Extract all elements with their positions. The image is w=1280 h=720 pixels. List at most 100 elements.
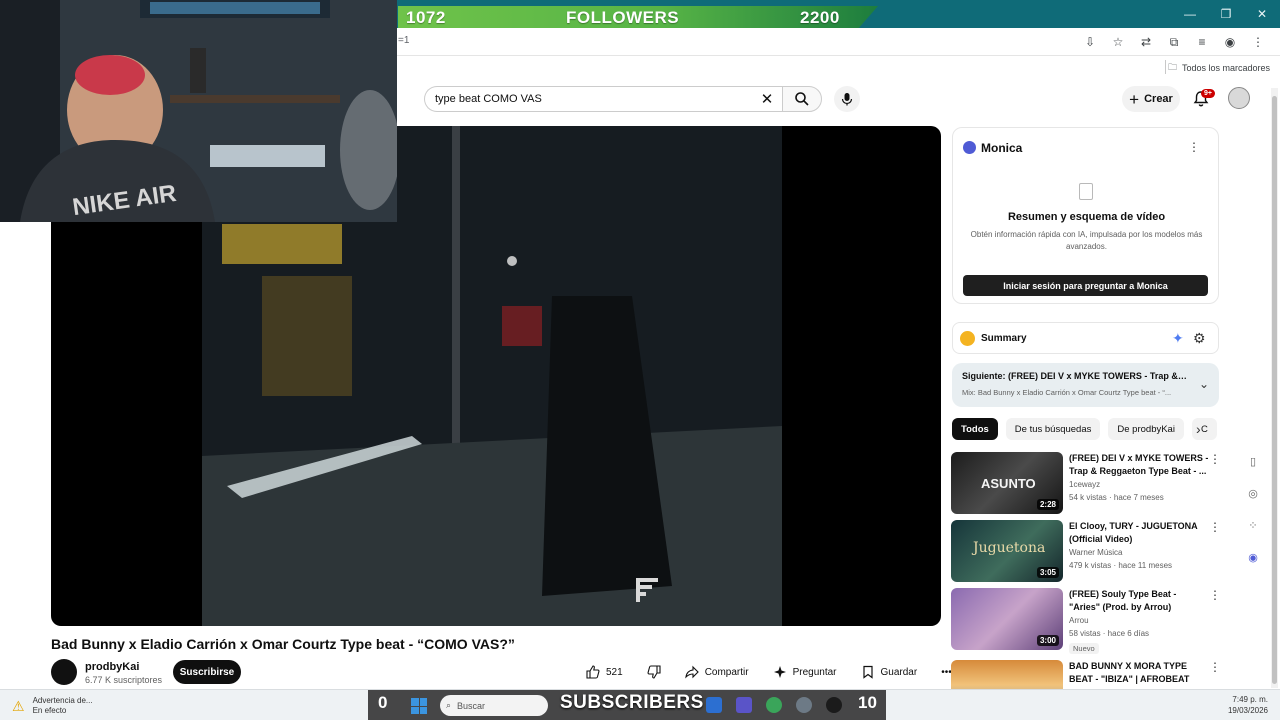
minimize-button[interactable]: — (1172, 0, 1208, 28)
close-window-button[interactable]: ✕ (1244, 0, 1280, 28)
clear-search-icon[interactable]: ✕ (758, 90, 776, 108)
share-label: Compartir (704, 666, 749, 678)
ask-button[interactable]: Preguntar (765, 660, 845, 684)
chip-all[interactable]: Todos (952, 418, 998, 440)
monica-login-button[interactable]: Iniciar sesión para preguntar a Monica (963, 275, 1208, 296)
video-meta: 58 vistas · hace 6 días (1069, 629, 1150, 638)
like-count: 521 (606, 666, 623, 678)
system-clock[interactable]: 7:49 p. m. 19/03/2026 (1228, 694, 1268, 716)
extension-sidebar: ▯ ◎ ⁘ ◉ (1244, 452, 1262, 566)
extensions-icon[interactable]: ⧉ (1164, 32, 1184, 52)
video-thumbnail[interactable]: Juguetona 3:05 (951, 520, 1063, 582)
search-button[interactable] (782, 86, 822, 112)
maximize-button[interactable]: ❐ (1208, 0, 1244, 28)
plus-icon: + (1129, 89, 1140, 109)
subscribe-button[interactable]: Suscribirse (173, 660, 241, 684)
new-badge: Nuevo (1069, 643, 1099, 654)
profile-icon[interactable]: ◉ (1220, 32, 1240, 52)
taskbar-search[interactable]: ⌕ Buscar (440, 695, 548, 716)
share-icon (684, 665, 699, 679)
list-item[interactable]: Juguetona 3:05 El Clooy, TURY - JUGUETON… (951, 520, 1221, 582)
windows-start-icon[interactable] (411, 698, 427, 714)
clock-date: 19/03/2026 (1227, 706, 1268, 715)
duration-badge: 3:05 (1036, 567, 1059, 578)
followers-goal-bar: 1072 FOLLOWERS 2200 (398, 6, 878, 28)
filter-chips: Todos De tus búsquedas De prodbyKai C (952, 418, 1222, 440)
dislike-button[interactable] (639, 660, 669, 684)
channel-avatar[interactable] (51, 659, 77, 685)
chrome-icon[interactable] (766, 697, 782, 713)
thumbs-down-icon (647, 665, 661, 679)
create-button[interactable]: + Crear (1122, 86, 1180, 112)
more-options-icon[interactable]: ⋮ (1209, 660, 1221, 674)
monica-sidebar-icon[interactable]: ◉ (1244, 548, 1262, 566)
chevron-right-icon[interactable]: › (1196, 421, 1201, 437)
monica-logo-icon (963, 141, 976, 154)
search-box[interactable]: ✕ (424, 86, 782, 112)
video-actions: 521 Compartir Preguntar Guardar ••• (578, 660, 960, 684)
translate-icon[interactable]: ⇄ (1136, 32, 1156, 52)
summary-panel[interactable]: Summary ✦ ⚙ (952, 322, 1219, 354)
channel-name: Arrou (1069, 616, 1089, 625)
voice-search-button[interactable] (834, 86, 860, 112)
all-bookmarks-button[interactable]: 🗀 Todos los marcadores (1168, 60, 1270, 76)
create-label: Crear (1144, 93, 1173, 105)
video-title: (FREE) Souly Type Beat - "Aries" (Prod. … (1069, 589, 1177, 612)
channel-name[interactable]: prodbyKai (85, 661, 139, 673)
outlook-icon[interactable] (706, 697, 722, 713)
monica-description: Obtén información rápida con IA, impulsa… (970, 230, 1203, 251)
settings-icon[interactable] (796, 697, 812, 713)
list-item[interactable]: 3:00 (FREE) Souly Type Beat - "Aries" (P… (951, 588, 1221, 654)
apps-icon[interactable]: ⁘ (1244, 516, 1262, 534)
ask-label: Preguntar (792, 666, 837, 678)
video-thumbnail[interactable]: 3:00 (951, 588, 1063, 650)
target-icon[interactable]: ◎ (1244, 484, 1262, 502)
next-up-subtitle: Mix: Bad Bunny x Eladio Carrión x Omar C… (962, 388, 1172, 397)
chip-from-searches[interactable]: De tus búsquedas (1005, 418, 1101, 440)
warning-title: Advertencia de... (32, 696, 93, 705)
channel-name: 1cewayz (1069, 480, 1101, 489)
thumbnail-text: ASUNTO (981, 476, 1036, 491)
window-controls: — ❐ ✕ (1172, 0, 1280, 28)
autoplay-next-card[interactable]: Siguiente: (FREE) DEI V x MYKE TOWERS - … (952, 363, 1219, 407)
list-item[interactable]: ASUNTO 2:28 (FREE) DEI V x MYKE TOWERS -… (951, 452, 1221, 514)
save-button[interactable]: Guardar (853, 660, 926, 684)
book-icon[interactable]: ▯ (1244, 452, 1262, 470)
like-button[interactable]: 521 (578, 660, 631, 684)
browser-menu-icon[interactable]: ⋮ (1248, 32, 1268, 52)
microphone-icon (841, 93, 853, 106)
install-app-icon[interactable]: ⇩ (1080, 32, 1100, 52)
chevron-down-icon[interactable]: ⌄ (1199, 377, 1209, 391)
folder-icon: 🗀 (1167, 62, 1177, 72)
more-options-icon[interactable]: ⋮ (1209, 588, 1221, 602)
subscribers-label: SUBSCRIBERS (560, 692, 704, 713)
account-avatar[interactable] (1228, 87, 1250, 109)
monica-menu-icon[interactable]: ⋮ (1188, 140, 1200, 154)
obs-icon[interactable] (826, 697, 842, 713)
reading-list-icon[interactable]: ≡ (1192, 32, 1212, 52)
streamer-webcam-feed: NIKE AIR (0, 0, 397, 222)
bookmark-star-icon[interactable]: ☆ (1108, 32, 1128, 52)
webcam-overlay: NIKE AIR (0, 0, 397, 222)
more-options-icon[interactable]: ⋮ (1209, 520, 1221, 534)
chip-from-channel[interactable]: De prodbyKai (1108, 418, 1184, 440)
video-title: (FREE) DEI V x MYKE TOWERS - Trap & Regg… (1069, 453, 1209, 476)
followers-label: FOLLOWERS (566, 8, 680, 27)
taskbar-search-label: Buscar (457, 700, 486, 711)
gear-icon[interactable]: ⚙ (1193, 330, 1206, 347)
warning-icon: ⚠ (12, 697, 25, 714)
bookmarks-divider (1165, 60, 1166, 74)
video-title: El Clooy, TURY - JUGUETONA (Official Vid… (1069, 521, 1198, 544)
search-icon (795, 92, 809, 106)
document-icon (1079, 183, 1093, 200)
search-input[interactable] (435, 93, 735, 105)
share-button[interactable]: Compartir (677, 660, 757, 684)
scrollbar-thumb[interactable] (1272, 96, 1277, 684)
summary-app-icon (960, 331, 975, 346)
more-options-icon[interactable]: ⋮ (1209, 452, 1221, 466)
weather-warning[interactable]: ⚠ Advertencia de... En efecto (12, 696, 93, 716)
video-thumbnail[interactable]: ASUNTO 2:28 (951, 452, 1063, 514)
teams-icon[interactable] (736, 697, 752, 713)
sparkle-icon[interactable]: ✦ (1172, 330, 1184, 347)
bookmark-icon (862, 665, 873, 679)
